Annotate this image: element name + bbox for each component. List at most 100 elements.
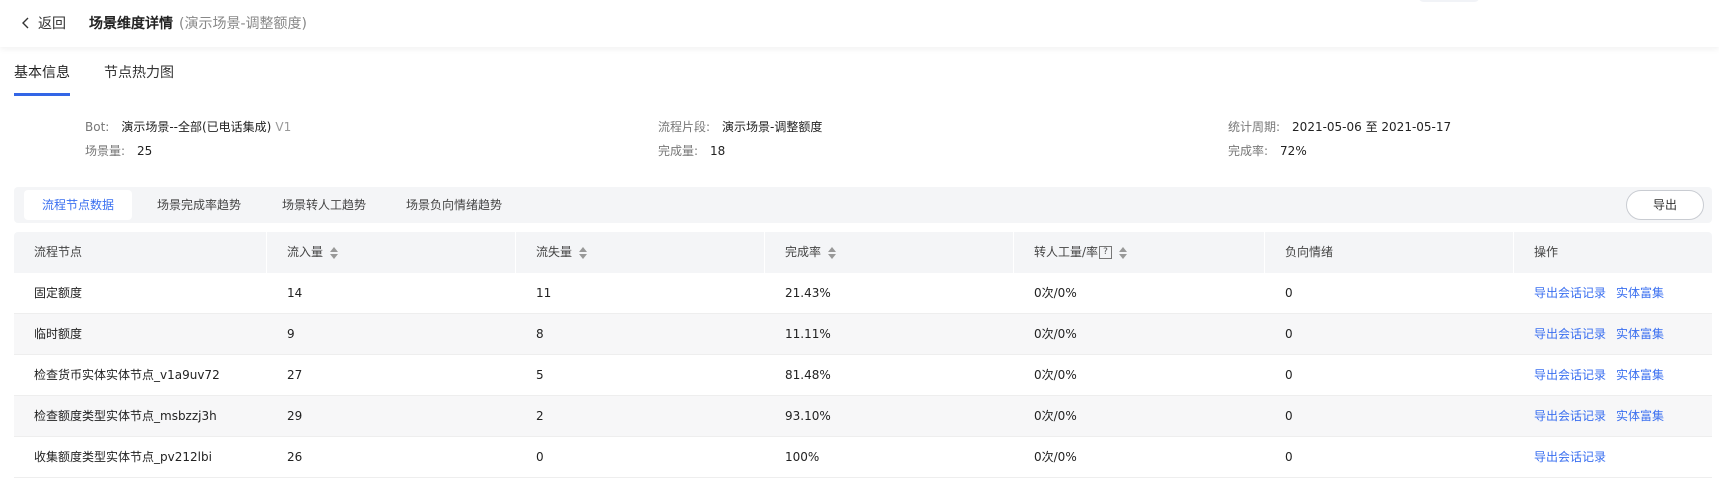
cell-loss: 5 — [536, 368, 544, 382]
col-negative-label: 负向情绪 — [1285, 245, 1334, 259]
cell-negative: 0 — [1285, 286, 1293, 300]
entity-enrich-link[interactable]: 实体富集 — [1616, 286, 1664, 300]
table-header: 流程节点 流入量 流失量 完成率 转人工量/率? 负向情绪 操作 — [14, 232, 1712, 273]
table-row: 检查货币实体实体节点_v1a9uv72 27 5 81.48% 0次/0% 0 … — [14, 355, 1712, 396]
cell-node: 检查货币实体实体节点_v1a9uv72 — [34, 368, 220, 382]
entity-enrich-link[interactable]: 实体富集 — [1616, 409, 1664, 423]
col-loss[interactable]: 流失量 — [516, 232, 765, 273]
table-row: 临时额度 9 8 11.11% 0次/0% 0 导出会话记录 实体富集 — [14, 314, 1712, 355]
cell-inflow: 27 — [287, 368, 303, 382]
scene-count-value: 25 — [137, 144, 153, 158]
entity-enrich-link[interactable]: 实体富集 — [1616, 327, 1664, 341]
completed-value: 18 — [710, 144, 726, 158]
subtab-negative-trend[interactable]: 场景负向情绪趋势 — [388, 190, 520, 220]
page-title: 场景维度详情 (演示场景-调整额度) — [89, 13, 307, 33]
export-records-link[interactable]: 导出会话记录 — [1534, 368, 1606, 382]
cell-transfer: 0次/0% — [1034, 286, 1077, 300]
cell-inflow: 29 — [287, 409, 303, 423]
col-inflow[interactable]: 流入量 — [267, 232, 516, 273]
info-rate: 完成率: 72% — [1228, 142, 1307, 159]
cell-ops: 导出会话记录 — [1514, 437, 1712, 478]
export-button[interactable]: 导出 — [1626, 190, 1704, 220]
cell-ops: 导出会话记录 实体富集 — [1514, 396, 1712, 437]
col-loss-label: 流失量 — [536, 245, 573, 259]
info-bot: Bot: 演示场景--全部(已电话集成) V1 — [85, 118, 291, 135]
export-records-link[interactable]: 导出会话记录 — [1534, 327, 1606, 341]
tab-basic-info[interactable]: 基本信息 — [14, 62, 70, 96]
col-transfer-label: 转人工量/率 — [1034, 245, 1099, 259]
cell-negative: 0 — [1285, 368, 1293, 382]
cell-transfer: 0次/0% — [1034, 450, 1077, 464]
table-row: 收集额度类型实体节点_pv212lbi 26 0 100% 0次/0% 0 导出… — [14, 437, 1712, 478]
cell-transfer: 0次/0% — [1034, 327, 1077, 341]
rate-label: 完成率: — [1228, 144, 1269, 158]
period-value: 2021-05-06 至 2021-05-17 — [1292, 120, 1452, 134]
page-subtitle: (演示场景-调整额度) — [179, 16, 307, 32]
col-ops: 操作 — [1514, 232, 1712, 273]
cell-ops: 导出会话记录 实体富集 — [1514, 314, 1712, 355]
col-ops-label: 操作 — [1534, 245, 1559, 259]
completed-label: 完成量: — [658, 144, 699, 158]
col-inflow-label: 流入量 — [287, 245, 324, 259]
cell-inflow: 9 — [287, 327, 295, 341]
help-icon[interactable]: ? — [1099, 246, 1113, 259]
header-decoration — [1418, 0, 1480, 2]
flow-label: 流程片段: — [658, 120, 711, 134]
sort-icon[interactable] — [579, 246, 588, 259]
export-records-link[interactable]: 导出会话记录 — [1534, 409, 1606, 423]
info-scene-count: 场景量: 25 — [85, 142, 152, 159]
tab-node-heatmap[interactable]: 节点热力图 — [104, 62, 174, 96]
cell-ops: 导出会话记录 实体富集 — [1514, 273, 1712, 314]
node-data-table: 流程节点 流入量 流失量 完成率 转人工量/率? 负向情绪 操作 固定额度 14… — [14, 232, 1712, 478]
export-records-link[interactable]: 导出会话记录 — [1534, 450, 1606, 464]
page-header: 返回 场景维度详情 (演示场景-调整额度) — [0, 0, 1719, 47]
subtab-transfer-trend[interactable]: 场景转人工趋势 — [264, 190, 384, 220]
table-row: 固定额度 14 11 21.43% 0次/0% 0 导出会话记录 实体富集 — [14, 273, 1712, 314]
col-rate-label: 完成率 — [785, 245, 822, 259]
cell-rate: 93.10% — [785, 409, 831, 423]
sort-icon[interactable] — [330, 246, 339, 259]
cell-negative: 0 — [1285, 409, 1293, 423]
col-rate[interactable]: 完成率 — [765, 232, 1014, 273]
cell-transfer: 0次/0% — [1034, 368, 1077, 382]
bot-version: V1 — [275, 120, 292, 134]
export-records-link[interactable]: 导出会话记录 — [1534, 286, 1606, 300]
bot-label: Bot: — [85, 120, 110, 134]
cell-node: 临时额度 — [34, 327, 83, 341]
entity-enrich-link[interactable]: 实体富集 — [1616, 368, 1664, 382]
sort-icon[interactable] — [828, 246, 837, 259]
cell-loss: 8 — [536, 327, 544, 341]
page-title-text: 场景维度详情 — [89, 16, 173, 32]
sub-tabs: 流程节点数据 场景完成率趋势 场景转人工趋势 场景负向情绪趋势 导出 — [14, 187, 1712, 223]
cell-rate: 81.48% — [785, 368, 831, 382]
cell-loss: 0 — [536, 450, 544, 464]
flow-value: 演示场景-调整额度 — [722, 120, 823, 134]
chevron-left-icon — [22, 17, 29, 29]
cell-rate: 100% — [785, 450, 820, 464]
subtab-flow-node-data[interactable]: 流程节点数据 — [24, 190, 133, 220]
period-label: 统计周期: — [1228, 120, 1281, 134]
main-tabs: 基本信息 节点热力图 — [14, 62, 208, 96]
col-transfer[interactable]: 转人工量/率? — [1014, 232, 1265, 273]
table-row: 检查额度类型实体节点_msbzzj3h 29 2 93.10% 0次/0% 0 … — [14, 396, 1712, 437]
sort-icon[interactable] — [1119, 246, 1128, 259]
info-period: 统计周期: 2021-05-06 至 2021-05-17 — [1228, 118, 1451, 135]
back-button[interactable]: 返回 — [20, 13, 66, 33]
info-flow: 流程片段: 演示场景-调整额度 — [658, 118, 822, 135]
cell-negative: 0 — [1285, 450, 1293, 464]
rate-value: 72% — [1280, 144, 1307, 158]
info-completed: 完成量: 18 — [658, 142, 725, 159]
back-label: 返回 — [38, 16, 66, 32]
cell-loss: 11 — [536, 286, 552, 300]
col-node: 流程节点 — [14, 232, 267, 273]
cell-node: 检查额度类型实体节点_msbzzj3h — [34, 409, 217, 423]
cell-rate: 21.43% — [785, 286, 831, 300]
scene-count-label: 场景量: — [85, 144, 126, 158]
subtab-completion-trend[interactable]: 场景完成率趋势 — [139, 190, 259, 220]
cell-ops: 导出会话记录 实体富集 — [1514, 355, 1712, 396]
col-node-label: 流程节点 — [34, 245, 83, 259]
cell-node: 固定额度 — [34, 286, 83, 300]
cell-transfer: 0次/0% — [1034, 409, 1077, 423]
cell-negative: 0 — [1285, 327, 1293, 341]
cell-node: 收集额度类型实体节点_pv212lbi — [34, 450, 212, 464]
